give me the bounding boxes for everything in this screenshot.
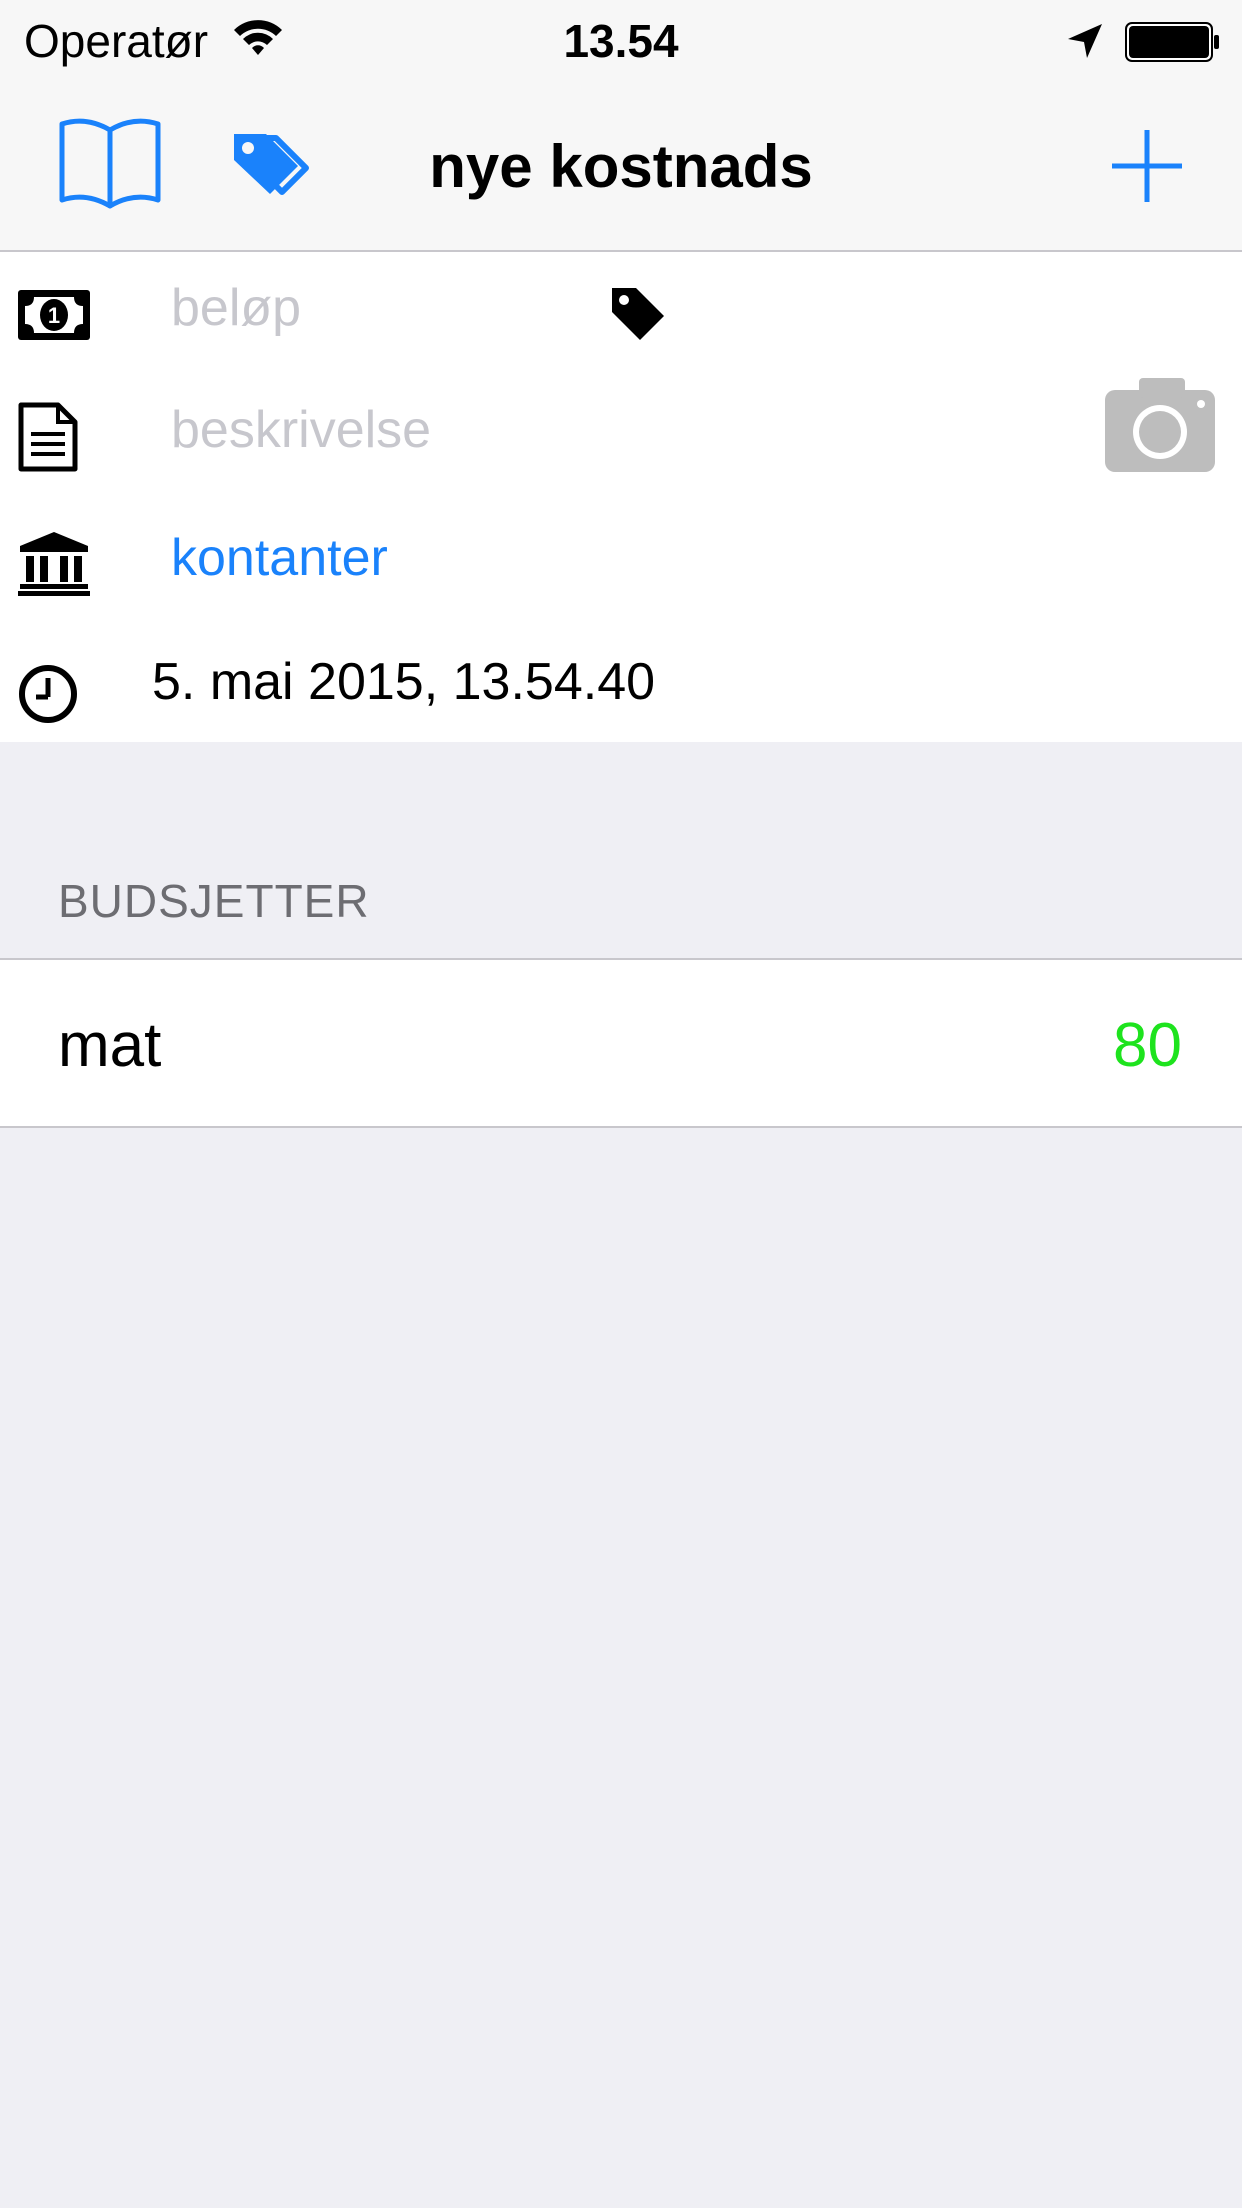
expense-form: 1 beløp beskrivelse kontanter 5. mai 201…	[0, 252, 1242, 742]
svg-text:1: 1	[48, 303, 60, 328]
bank-icon	[18, 532, 90, 596]
camera-icon[interactable]	[1105, 376, 1215, 472]
add-button[interactable]	[1112, 126, 1182, 206]
budget-list: mat 80	[0, 958, 1242, 1128]
budgets-section-header: BUDSJETTER	[58, 875, 370, 927]
account-selector[interactable]: kontanter	[171, 528, 388, 588]
status-time: 13.54	[563, 15, 679, 67]
navigation-bar: nye kostnads	[0, 88, 1242, 252]
budget-name: mat	[58, 1011, 162, 1080]
description-field[interactable]: beskrivelse	[171, 400, 431, 460]
budget-row[interactable]: mat 80	[0, 960, 1242, 1126]
budget-value: 80	[1113, 1011, 1182, 1080]
tag-icon[interactable]	[610, 286, 666, 342]
clock-icon	[19, 665, 77, 723]
amount-field[interactable]: beløp	[171, 278, 301, 338]
date-field[interactable]: 5. mai 2015, 13.54.40	[152, 652, 655, 712]
battery-icon	[1125, 22, 1219, 62]
location-arrow-icon	[1068, 24, 1102, 58]
document-icon	[18, 402, 78, 472]
page-title: nye kostnads	[429, 133, 813, 200]
money-icon: 1	[18, 290, 90, 340]
status-bar: Operatør 13.54	[0, 0, 1242, 88]
